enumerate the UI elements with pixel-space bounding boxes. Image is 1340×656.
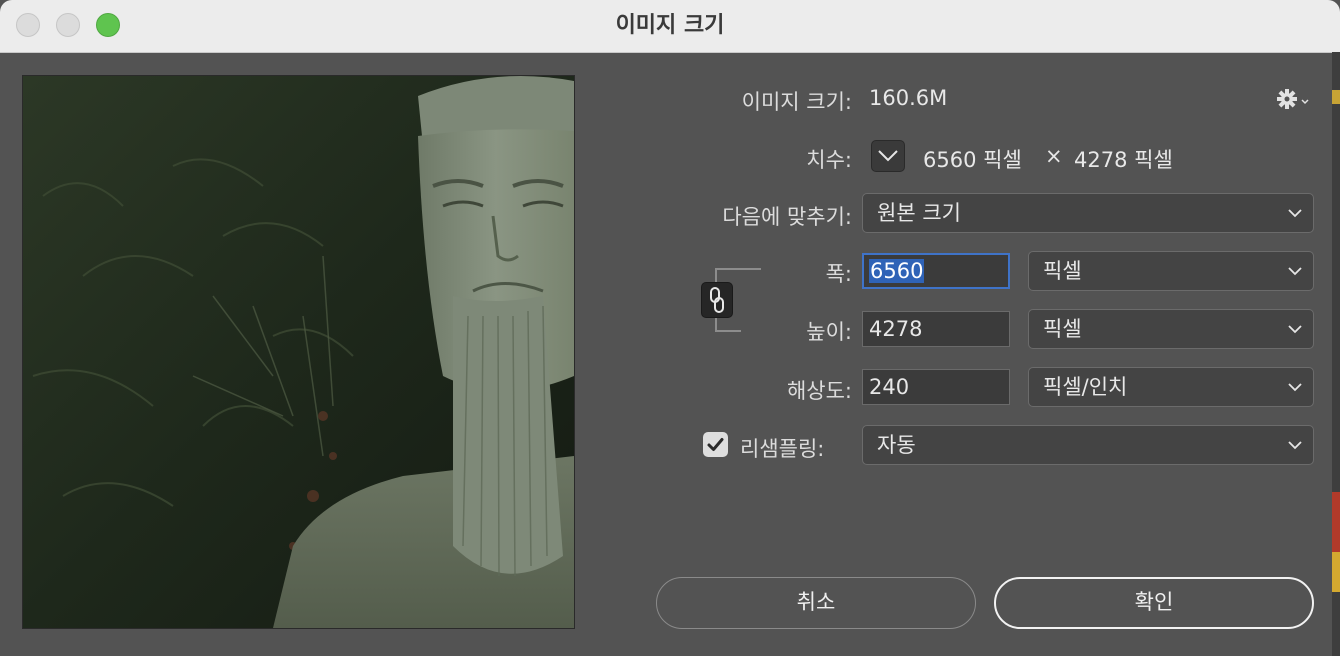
chevron-down-icon (1288, 267, 1302, 276)
background-app-edge (1332, 52, 1340, 656)
height-input[interactable]: 4278 (862, 311, 1010, 347)
dimensions-width-value: 6560 픽셀 (923, 148, 1022, 172)
width-input[interactable]: 6560 (862, 253, 1010, 289)
checkmark-icon (707, 438, 724, 451)
chevron-down-icon (1288, 325, 1302, 334)
height-label: 높이: (806, 320, 852, 344)
image-size-dialog: 이미지 크기 이미지 크기: 160.6M 치수: 6560 픽셀 × 4278… (0, 0, 1340, 656)
fit-to-select[interactable]: 원본 크기 (862, 193, 1314, 233)
constrain-proportions-button[interactable] (701, 282, 733, 318)
resample-method-selected: 자동 (877, 433, 916, 457)
dimensions-label: 치수: (806, 148, 852, 172)
width-label: 폭: (825, 262, 852, 286)
statue-preview-image (23, 76, 574, 628)
resolution-unit-select[interactable]: 픽셀/인치 (1028, 367, 1314, 407)
image-preview[interactable] (22, 75, 575, 629)
dimensions-times-sign: × (1045, 144, 1063, 168)
chain-link-icon (710, 287, 724, 313)
resolution-label: 해상도: (786, 379, 852, 403)
height-input-value: 4278 (869, 317, 923, 341)
chevron-down-icon (878, 150, 898, 162)
chevron-down-icon (1288, 209, 1302, 218)
width-unit-selected: 픽셀 (1043, 259, 1082, 283)
resample-method-select[interactable]: 자동 (862, 425, 1314, 465)
dimensions-unit-toggle[interactable] (871, 140, 905, 172)
ok-button[interactable]: 확인 (994, 577, 1314, 629)
fit-to-selected: 원본 크기 (877, 201, 961, 225)
resolution-input[interactable]: 240 (862, 369, 1010, 405)
gear-icon[interactable] (1276, 86, 1310, 112)
title-bar: 이미지 크기 (0, 0, 1340, 53)
resolution-input-value: 240 (869, 375, 910, 399)
height-unit-select[interactable]: 픽셀 (1028, 309, 1314, 349)
resample-checkbox[interactable] (703, 432, 728, 457)
chevron-down-icon (1288, 441, 1302, 450)
width-unit-select[interactable]: 픽셀 (1028, 251, 1314, 291)
image-size-label: 이미지 크기: (741, 90, 852, 114)
resample-label: 리샘플링: (740, 437, 825, 461)
cancel-button[interactable]: 취소 (656, 577, 976, 629)
resolution-unit-selected: 픽셀/인치 (1043, 375, 1128, 399)
window-title: 이미지 크기 (615, 13, 725, 38)
dimensions-height-value: 4278 픽셀 (1074, 148, 1173, 172)
width-input-value: 6560 (869, 259, 925, 283)
height-unit-selected: 픽셀 (1043, 317, 1082, 341)
chevron-down-icon (1288, 383, 1302, 392)
fit-to-label: 다음에 맞추기: (722, 205, 852, 229)
image-size-value: 160.6M (869, 86, 948, 110)
